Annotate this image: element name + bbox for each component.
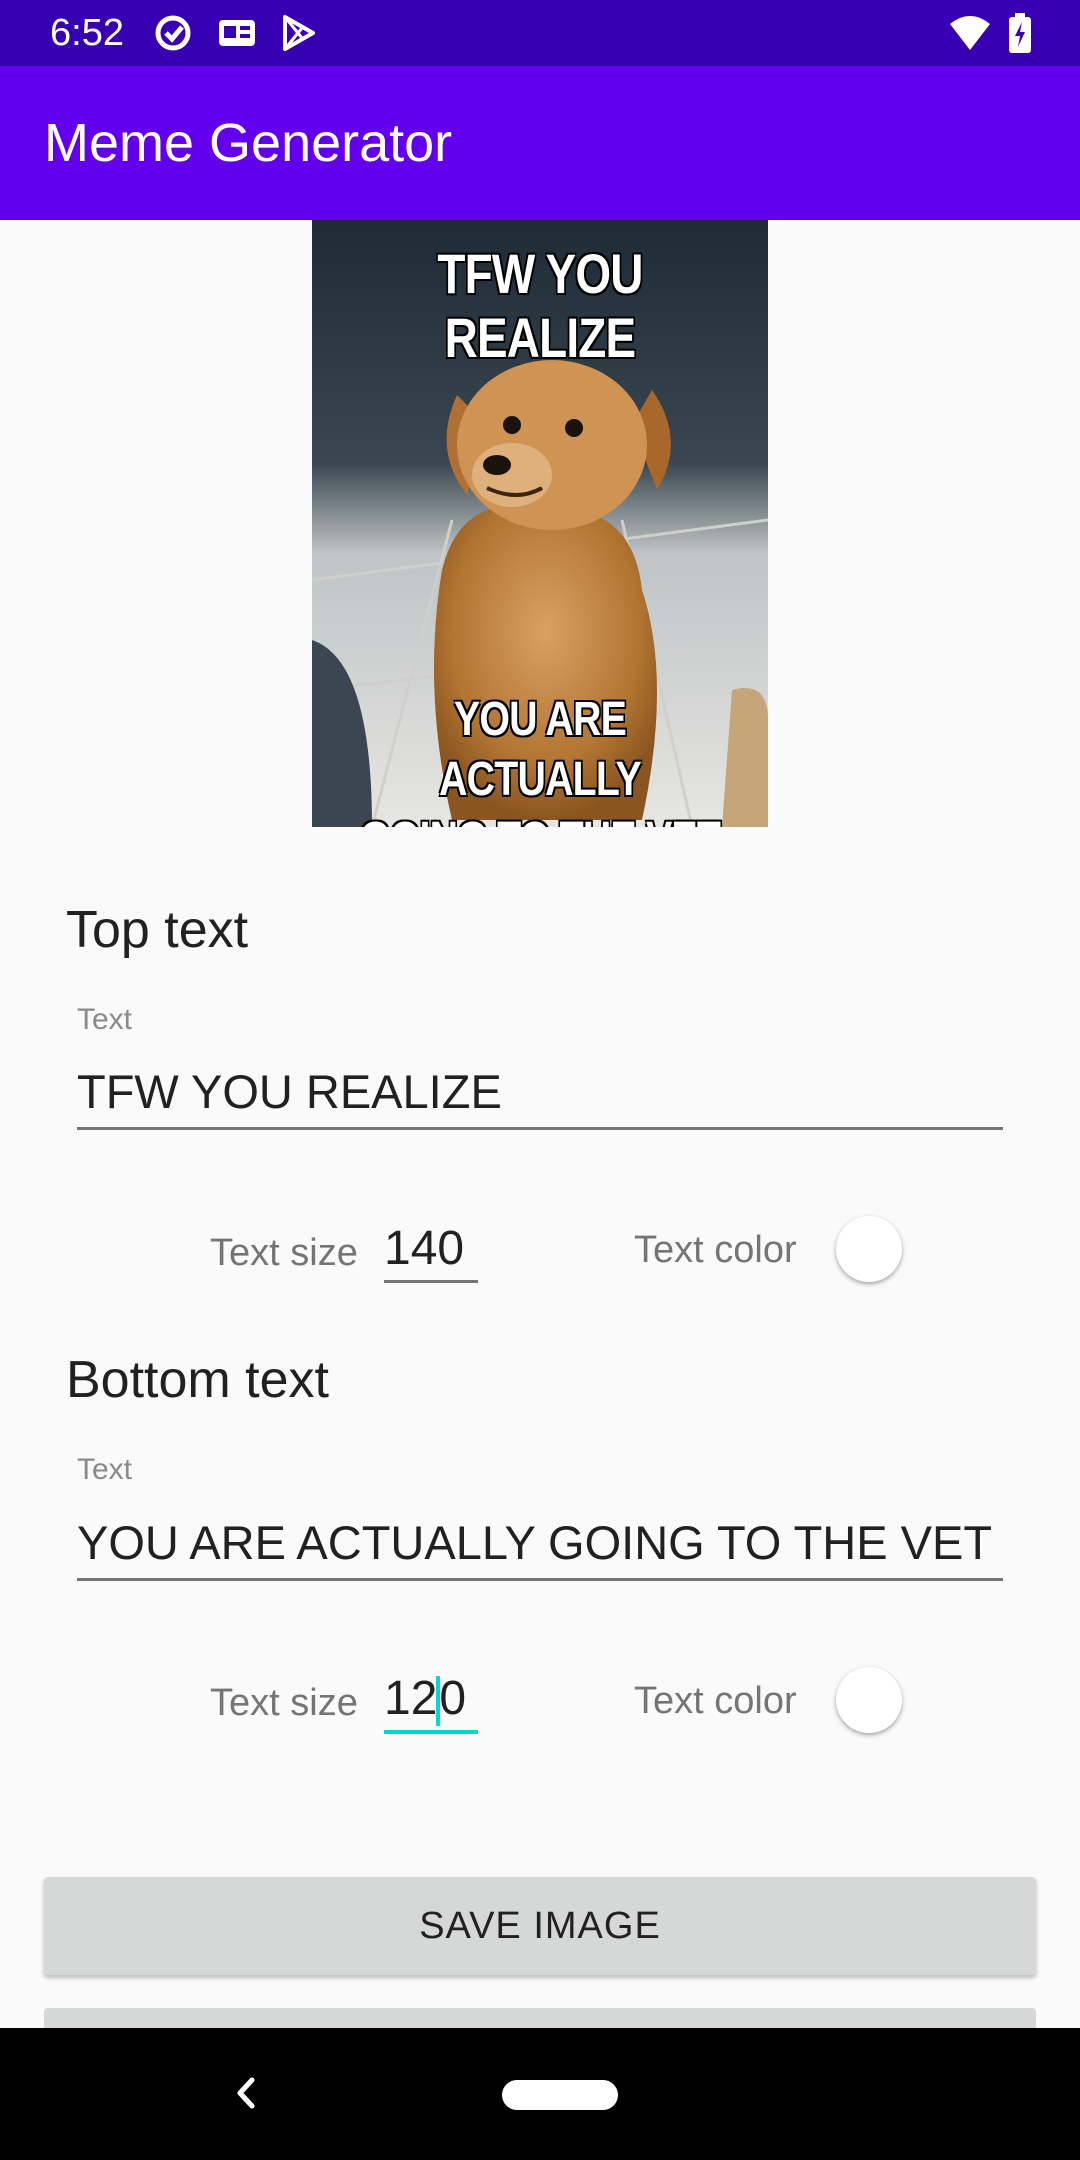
status-bar: 6:52	[0, 0, 1080, 66]
sync-icon	[155, 15, 191, 51]
battery-icon	[1009, 13, 1031, 53]
size-value-after-cursor: 0	[439, 1672, 467, 1725]
top-text-size-label: Text size	[210, 1232, 358, 1274]
top-text-color-picker[interactable]	[836, 1216, 902, 1282]
navigation-bar	[0, 2028, 1080, 2160]
bottom-text-color-label: Text color	[634, 1680, 797, 1722]
bottom-text-input[interactable]: YOU ARE ACTUALLY GOING TO THE VET	[77, 1508, 1003, 1581]
wifi-icon	[950, 16, 990, 50]
bottom-text-size-input[interactable]: 120	[384, 1670, 478, 1734]
bottom-text-heading: Bottom text	[66, 1351, 329, 1409]
back-icon[interactable]	[222, 2068, 272, 2118]
top-text-heading: Top text	[66, 901, 249, 959]
save-image-button[interactable]: SAVE IMAGE	[44, 1877, 1036, 1975]
top-text-input[interactable]: TFW YOU REALIZE	[77, 1057, 1003, 1130]
bottom-text-color-picker[interactable]	[836, 1667, 902, 1733]
meme-preview: TFW YOU REALIZE YOU ARE ACTUALLY GOING T…	[312, 220, 768, 827]
bottom-text-size-label: Text size	[210, 1682, 358, 1724]
news-icon	[219, 20, 255, 46]
app-title: Meme Generator	[44, 113, 453, 173]
meme-top-text: TFW YOU REALIZE	[437, 242, 643, 369]
meme-bottom-text: YOU ARE ACTUALLY GOING TO THE VET	[353, 690, 727, 827]
bottom-text-field-label: Text	[77, 1453, 133, 1486]
meme-bottom-line-1: YOU ARE ACTUALLY	[439, 693, 642, 806]
status-time: 6:52	[50, 12, 124, 54]
home-button[interactable]	[502, 2080, 618, 2110]
size-value-before-cursor: 12	[384, 1672, 438, 1725]
top-text-size-input[interactable]: 140	[384, 1220, 478, 1283]
app-bar: Meme Generator	[0, 66, 1080, 220]
top-text-color-label: Text color	[634, 1229, 797, 1271]
play-store-icon	[283, 15, 315, 51]
top-text-field-label: Text	[77, 1003, 133, 1036]
meme-bottom-line-2: GOING TO THE VET	[353, 810, 727, 827]
